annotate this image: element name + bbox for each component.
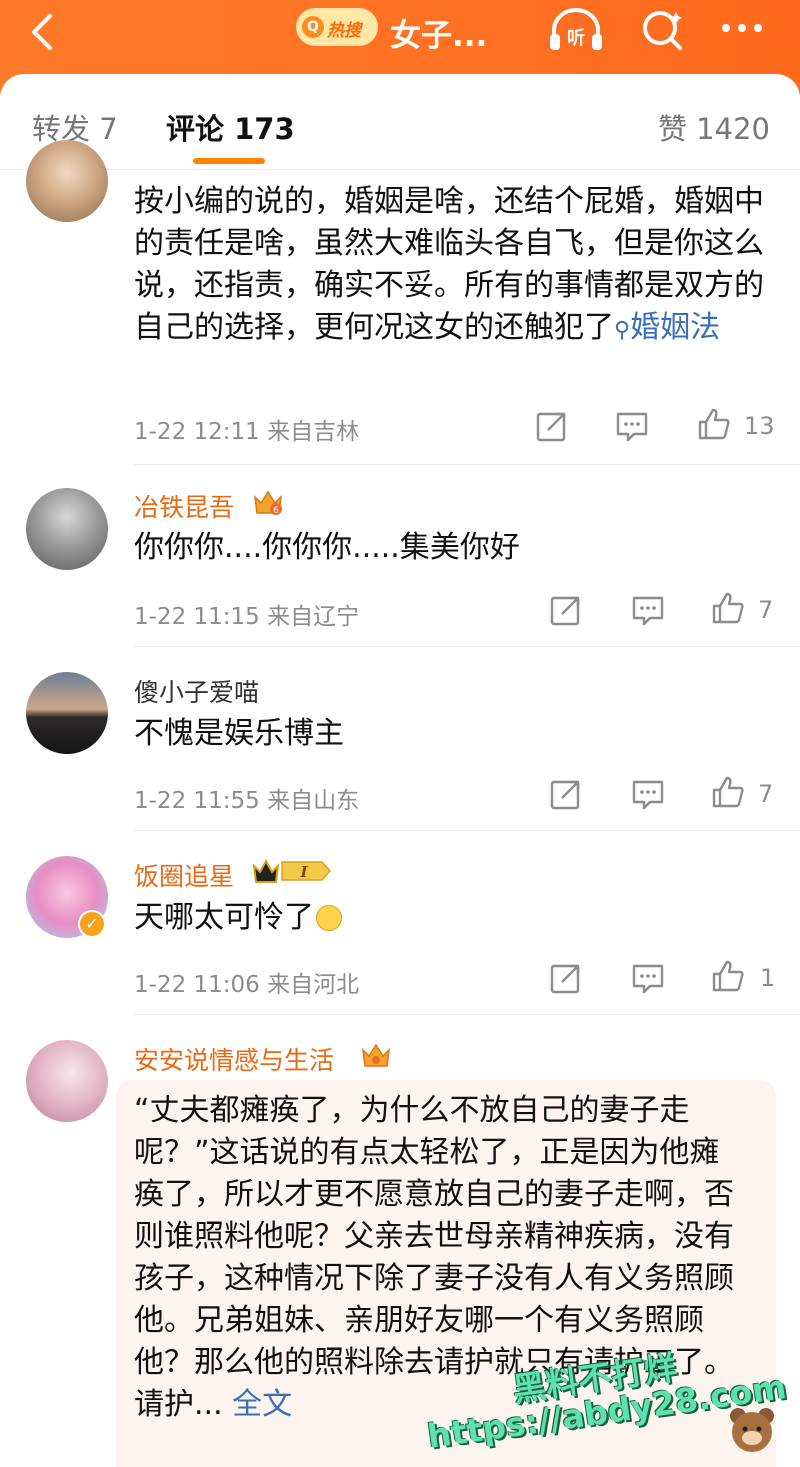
hashtag-link[interactable]: ⚲婚姻法 <box>614 310 720 345</box>
reply-icon[interactable] <box>614 408 650 444</box>
back-icon[interactable] <box>22 10 66 54</box>
crying-emoji-icon <box>316 905 342 931</box>
hot-search-icon: Q <box>302 16 324 38</box>
comment-text: 你你你....你你你.....集美你好 <box>134 530 520 565</box>
hot-search-badge[interactable]: Q 热搜 <box>296 8 378 46</box>
topic-title[interactable]: 女子... <box>390 10 487 55</box>
share-icon[interactable] <box>548 960 584 996</box>
like-icon[interactable] <box>710 590 746 626</box>
crown-badge-icon <box>360 1040 392 1074</box>
active-tab-indicator <box>193 158 265 164</box>
hashtag-label: 婚姻法 <box>630 310 721 345</box>
comment-meta: 1-22 11:55 来自山东 <box>134 781 359 815</box>
comment-time: 1-22 11:55 <box>134 788 260 814</box>
tab-comments[interactable]: 评论 173 <box>166 106 295 148</box>
share-icon[interactable] <box>534 408 570 444</box>
like-count: 7 <box>758 596 774 624</box>
comment-text: 不愧是娱乐博主 <box>134 716 344 751</box>
more-options-icon[interactable] <box>716 8 768 48</box>
comment-location: 来自吉林 <box>267 419 360 445</box>
like-count: 1 <box>760 964 776 992</box>
like-icon[interactable] <box>710 774 746 810</box>
username[interactable]: 饭圈追星 <box>134 857 234 893</box>
like-count: 7 <box>758 780 774 808</box>
search-icon[interactable] <box>636 4 688 56</box>
hot-search-label: 热搜 <box>327 21 361 41</box>
comment-location: 来自山东 <box>267 788 360 814</box>
divider <box>134 646 800 647</box>
comment-body: 天哪太可怜了 <box>134 900 314 935</box>
share-icon[interactable] <box>548 592 584 628</box>
username[interactable]: 傻小子爱喵 <box>134 673 259 709</box>
crown-badge-icon: 6 <box>252 487 284 521</box>
verified-badge-icon: ✓ <box>78 910 106 938</box>
bear-mascot-icon <box>726 1404 778 1456</box>
comment-time: 1-22 12:11 <box>134 419 260 445</box>
avatar[interactable] <box>26 140 108 222</box>
listen-button[interactable]: 听 <box>546 6 606 54</box>
svg-text:听: 听 <box>567 27 585 49</box>
like-count: 13 <box>744 412 775 440</box>
comment-text: 天哪太可怜了 <box>134 897 764 939</box>
divider <box>134 464 800 465</box>
svg-text:6: 6 <box>273 506 279 516</box>
avatar[interactable] <box>26 488 108 570</box>
share-icon[interactable] <box>548 776 584 812</box>
reply-icon[interactable] <box>630 960 666 996</box>
reply-icon[interactable] <box>630 776 666 812</box>
comment-time: 1-22 11:15 <box>134 604 260 630</box>
comment-meta: 1-22 11:06 来自河北 <box>134 965 359 999</box>
headphones-icon: 听 <box>550 8 602 50</box>
avatar[interactable] <box>26 672 108 754</box>
comment-text: 按小编的说的，婚姻是啥，还结个屁婚，婚姻中的责任是啥，虽然大难临头各自飞，但是你… <box>134 181 764 352</box>
username[interactable]: 冶铁昆吾 <box>134 488 234 524</box>
reply-icon[interactable] <box>630 592 666 628</box>
search-icon: ⚲ <box>614 318 631 343</box>
like-icon[interactable] <box>696 406 732 442</box>
tab-bar: 转发 7 评论 173 赞 1420 <box>0 74 800 170</box>
username[interactable]: 安安说情感与生活 <box>134 1041 334 1077</box>
tab-likes[interactable]: 赞 1420 <box>658 106 770 148</box>
comment-time: 1-22 11:06 <box>134 972 260 998</box>
comment-meta: 1-22 12:11 来自吉林 <box>134 412 359 446</box>
comment-meta: 1-22 11:15 来自辽宁 <box>134 597 359 631</box>
like-icon[interactable] <box>710 958 746 994</box>
svg-text:I: I <box>299 863 308 881</box>
crown-level-badge-icon: I <box>252 856 332 890</box>
comment-location: 来自河北 <box>267 972 360 998</box>
avatar[interactable] <box>26 1040 108 1122</box>
divider <box>134 1014 800 1015</box>
full-text-link[interactable]: 全文 <box>232 1387 292 1422</box>
divider <box>134 830 800 831</box>
comment-location: 来自辽宁 <box>267 604 360 630</box>
